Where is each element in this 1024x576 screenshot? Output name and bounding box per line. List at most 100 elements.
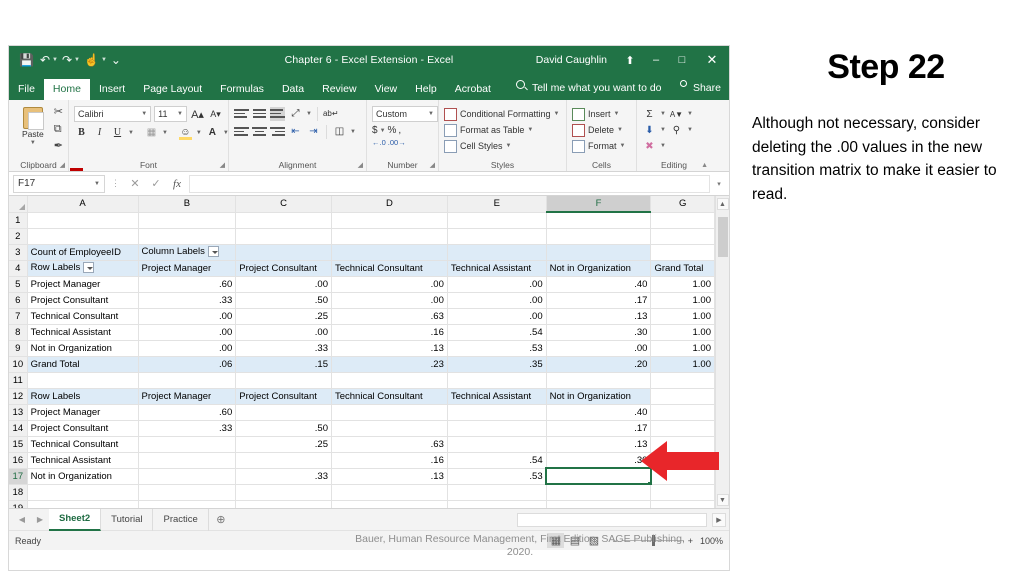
- scroll-down-icon[interactable]: ▼: [716, 494, 729, 506]
- row-header[interactable]: 8: [9, 324, 28, 341]
- row-header[interactable]: 17: [9, 468, 28, 485]
- clear-caret-icon[interactable]: ▼: [660, 143, 666, 149]
- cell-g4[interactable]: Grand Total: [650, 260, 715, 277]
- cell-c17[interactable]: .33: [235, 468, 332, 485]
- cell-e2[interactable]: [447, 228, 547, 245]
- find-caret-icon[interactable]: ▼: [687, 127, 693, 133]
- cell-b18[interactable]: [138, 484, 237, 501]
- cell-d18[interactable]: [331, 484, 448, 501]
- customize-qat-icon[interactable]: ⌄: [109, 51, 123, 69]
- tab-view[interactable]: View: [366, 79, 407, 101]
- column-header-e[interactable]: E: [447, 196, 547, 213]
- cell-d12[interactable]: Technical Consultant: [331, 388, 448, 405]
- number-format-combo[interactable]: Custom ▼: [372, 106, 438, 122]
- tab-data[interactable]: Data: [273, 79, 313, 101]
- zoom-out-button[interactable]: −: [612, 536, 617, 546]
- cell-a12[interactable]: Row Labels: [27, 388, 139, 405]
- chevron-down-icon[interactable]: ▼: [554, 111, 560, 117]
- row-labels-filter-icon[interactable]: [83, 262, 95, 274]
- cell-d15[interactable]: .63: [331, 436, 448, 453]
- cell-c19[interactable]: [235, 500, 332, 508]
- ribbon-display-options-icon[interactable]: ⬆: [617, 47, 643, 73]
- cell-e10[interactable]: .35: [447, 355, 547, 373]
- row-header[interactable]: 10: [9, 356, 28, 373]
- cell-d2[interactable]: [331, 228, 448, 245]
- cell-a4[interactable]: Row Labels: [27, 260, 139, 277]
- redo-caret-icon[interactable]: ▼: [74, 57, 80, 63]
- cell-b15[interactable]: [138, 436, 237, 453]
- zoom-level-label[interactable]: 100%: [697, 536, 723, 546]
- cell-f7[interactable]: .13: [546, 308, 652, 325]
- cell-f5[interactable]: .40: [546, 276, 652, 293]
- autosum-icon[interactable]: Σ: [642, 107, 657, 122]
- cell-b3[interactable]: Column Labels: [138, 244, 237, 261]
- row-header[interactable]: 15: [9, 436, 28, 453]
- cell-f3[interactable]: [546, 244, 652, 261]
- column-header-g[interactable]: G: [650, 196, 715, 213]
- cell-a7[interactable]: Technical Consultant: [27, 308, 139, 325]
- font-name-combo[interactable]: Calibri ▼: [74, 106, 152, 122]
- cell-f2[interactable]: [546, 228, 652, 245]
- name-box[interactable]: F17 ▼: [13, 174, 105, 193]
- cell-g9[interactable]: 1.00: [650, 340, 715, 357]
- fill-color-icon[interactable]: ☺: [178, 125, 193, 140]
- tab-page-layout[interactable]: Page Layout: [134, 79, 211, 101]
- share-button[interactable]: Share: [677, 77, 729, 100]
- paste-caret-icon[interactable]: ▼: [30, 140, 36, 146]
- cell-b17[interactable]: [138, 468, 237, 485]
- cell-b11[interactable]: [138, 372, 237, 389]
- cell-b16[interactable]: [138, 452, 237, 469]
- cell-f19[interactable]: [546, 500, 652, 508]
- cell-f16[interactable]: .30: [546, 452, 652, 469]
- decrease-indent-icon[interactable]: ⇤: [288, 124, 303, 139]
- cell-b2[interactable]: [138, 228, 237, 245]
- cell-e11[interactable]: [447, 372, 547, 389]
- clear-icon[interactable]: ✖: [642, 139, 657, 154]
- font-color-caret-icon[interactable]: ▼: [223, 130, 229, 136]
- decrease-decimal-icon[interactable]: .00→: [388, 138, 406, 147]
- insert-function-icon[interactable]: fx: [168, 178, 186, 190]
- merge-center-icon[interactable]: ◫: [332, 124, 347, 139]
- chevron-down-icon[interactable]: ▼: [614, 111, 620, 117]
- format-as-table-button[interactable]: Format as Table ▼: [444, 122, 561, 138]
- page-break-view-icon[interactable]: ▧: [585, 533, 602, 548]
- cell-b5[interactable]: .60: [138, 276, 237, 293]
- column-header-d[interactable]: D: [331, 196, 448, 213]
- zoom-in-button[interactable]: +: [688, 536, 693, 546]
- save-icon[interactable]: 💾: [17, 51, 36, 69]
- paste-button[interactable]: Paste ▼: [14, 105, 52, 146]
- chevron-down-icon[interactable]: ▼: [94, 181, 100, 187]
- grow-font-icon[interactable]: A▴: [190, 107, 205, 122]
- cell-a6[interactable]: Project Consultant: [27, 292, 139, 309]
- tab-acrobat[interactable]: Acrobat: [446, 79, 500, 101]
- cell-d19[interactable]: [331, 500, 448, 508]
- undo-icon[interactable]: ↶: [38, 51, 52, 69]
- cell-c3[interactable]: [235, 244, 332, 261]
- sheet-prev-icon[interactable]: ◀: [13, 515, 31, 524]
- sheet-tab-sheet2[interactable]: Sheet2: [49, 508, 102, 531]
- cell-g12[interactable]: [650, 388, 715, 405]
- cell-b8[interactable]: .00: [138, 324, 237, 341]
- alignment-dialog-launcher[interactable]: ◢: [358, 161, 363, 169]
- cell-b4[interactable]: Project Manager: [138, 260, 237, 277]
- sort-filter-icon[interactable]: A▼: [669, 107, 684, 122]
- tab-file[interactable]: File: [9, 79, 44, 101]
- cell-e8[interactable]: .54: [447, 324, 547, 341]
- cell-d9[interactable]: .13: [331, 340, 448, 357]
- align-center-icon[interactable]: [252, 125, 267, 139]
- sort-caret-icon[interactable]: ▼: [687, 111, 693, 117]
- fill-color-caret-icon[interactable]: ▼: [196, 130, 202, 136]
- cell-d5[interactable]: .00: [331, 276, 448, 293]
- italic-button[interactable]: I: [92, 125, 107, 140]
- cell-g8[interactable]: 1.00: [650, 324, 715, 341]
- enter-formula-icon[interactable]: ✓: [147, 177, 165, 190]
- cell-d8[interactable]: .16: [331, 324, 448, 341]
- cell-d3[interactable]: [331, 244, 448, 261]
- underline-caret-icon[interactable]: ▼: [128, 130, 134, 136]
- cell-a5[interactable]: Project Manager: [27, 276, 139, 293]
- comma-format-icon[interactable]: ,: [398, 125, 401, 136]
- conditional-formatting-button[interactable]: Conditional Formatting ▼: [444, 106, 561, 122]
- sheet-next-icon[interactable]: ▶: [31, 515, 49, 524]
- quick-access-toolbar[interactable]: 💾 ↶ ▼ ↷ ▼ ☝ ▼ ⌄: [9, 51, 123, 69]
- tab-help[interactable]: Help: [406, 79, 446, 101]
